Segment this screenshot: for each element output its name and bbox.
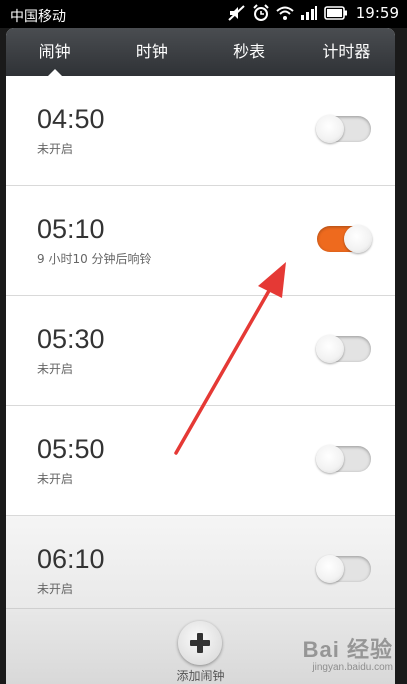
alarm-status: 9 小时10 分钟后响铃 — [37, 252, 152, 266]
toggle-knob — [316, 555, 344, 583]
alarm-row[interactable]: 05:10 9 小时10 分钟后响铃 — [6, 186, 395, 296]
alarm-toggle[interactable] — [317, 225, 372, 253]
alarm-status: 未开启 — [37, 142, 74, 156]
toggle-knob — [316, 335, 344, 363]
carrier-name: 中国移动 — [10, 9, 66, 25]
wifi-icon — [276, 5, 294, 21]
status-icons: 19:59 — [228, 4, 399, 22]
alarm-icon — [252, 4, 270, 22]
alarm-toggle[interactable] — [316, 445, 371, 473]
toggle-knob — [344, 225, 372, 253]
tab-bar: 闹钟 时钟 秒表 计时器 — [6, 28, 395, 76]
alarm-row[interactable]: 05:50 未开启 — [6, 406, 395, 516]
alarm-toggle[interactable] — [316, 555, 371, 583]
watermark: Bai 经验 jingyan.baidu.com — [303, 632, 393, 673]
tab-stopwatch[interactable]: 秒表 — [201, 28, 298, 76]
alarm-status: 未开启 — [37, 472, 74, 486]
tab-alarm[interactable]: 闹钟 — [6, 28, 103, 76]
alarm-time: 05:10 — [37, 214, 105, 244]
alarm-list: 04:50 未开启 05:10 9 小时10 分钟后响铃 05:30 未开启 0… — [6, 76, 395, 626]
alarm-status: 未开启 — [37, 582, 74, 596]
plus-icon — [190, 633, 210, 653]
alarm-time: 05:30 — [37, 324, 105, 354]
status-bar: 中国移动 19:59 — [0, 0, 407, 28]
watermark-url: jingyan.baidu.com — [312, 662, 393, 673]
clock-time: 19:59 — [355, 4, 399, 22]
alarm-time: 05:50 — [37, 434, 105, 464]
alarm-time: 06:10 — [37, 544, 105, 574]
alarm-row[interactable]: 05:30 未开启 — [6, 296, 395, 406]
alarm-toggle[interactable] — [316, 115, 371, 143]
alarm-time: 04:50 — [37, 104, 105, 134]
add-alarm-button[interactable] — [178, 621, 222, 665]
alarm-toggle[interactable] — [316, 335, 371, 363]
tab-timer[interactable]: 计时器 — [298, 28, 395, 76]
screen-edge — [395, 28, 407, 684]
app-window: 闹钟 时钟 秒表 计时器 04:50 未开启 05:10 9 小时10 分钟后响… — [6, 28, 395, 684]
signal-icon — [300, 5, 318, 21]
toggle-knob — [316, 115, 344, 143]
watermark-logo: Bai 经验 — [302, 637, 393, 662]
battery-icon — [323, 6, 348, 20]
alarm-row[interactable]: 04:50 未开启 — [6, 76, 395, 186]
tab-clock[interactable]: 时钟 — [103, 28, 200, 76]
alarm-status: 未开启 — [37, 362, 74, 376]
mute-icon — [228, 5, 246, 21]
toggle-knob — [316, 445, 344, 473]
